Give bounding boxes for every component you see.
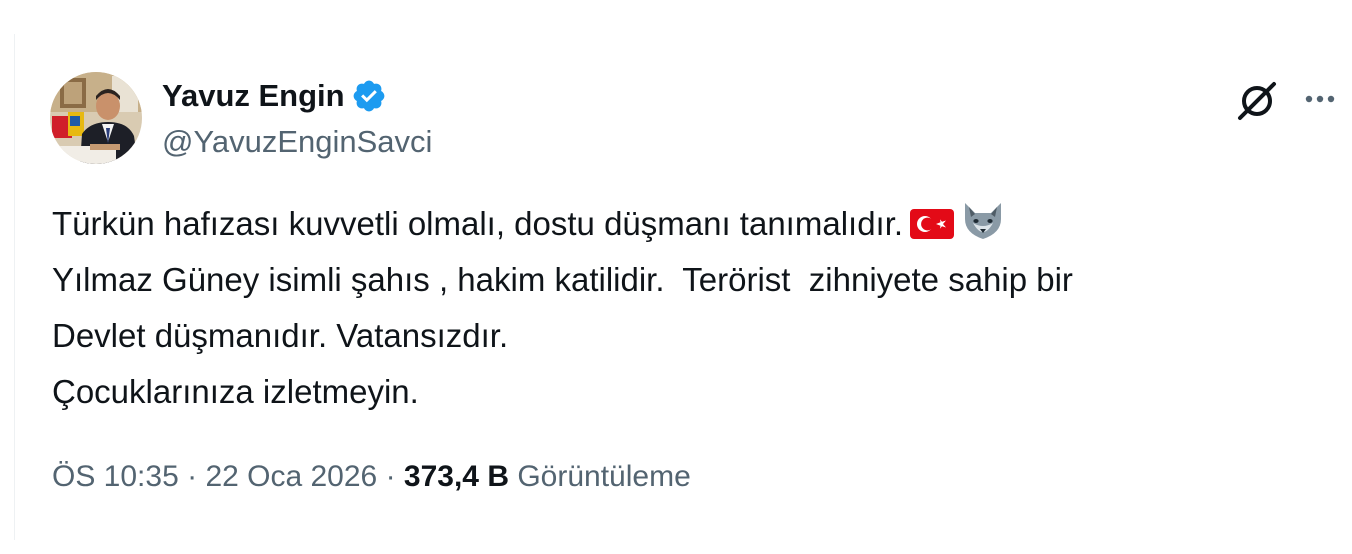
- tweet-time-text: ÖS 10:35: [52, 460, 179, 493]
- tweet-date: 22 Oca 2026: [205, 460, 378, 493]
- views-label: Görüntüleme: [517, 460, 691, 493]
- tweet-meta: ÖS 10:35 · 22 Oca 2026 · 373,4 B Görüntü…: [52, 457, 691, 497]
- verified-badge-icon: [353, 80, 384, 112]
- tweet-text: Türkün hafızası kuvvetli olmalı, dostu d…: [52, 196, 1332, 420]
- tweet-card: Yavuz Engin @YavuzEnginSavci Türkün hafı…: [0, 0, 1352, 554]
- avatar[interactable]: [50, 72, 142, 164]
- author-name[interactable]: Yavuz Engin: [162, 77, 387, 115]
- tweet-line: Yılmaz Güney isimli şahıs , hakim katili…: [52, 261, 1073, 298]
- author-display-name: Yavuz Engin: [162, 78, 345, 113]
- author-handle[interactable]: @YavuzEnginSavci: [162, 124, 432, 160]
- tweet-line: Çocuklarınıza izletmeyin.: [52, 373, 419, 410]
- tweet-line-text: Türkün hafızası kuvvetli olmalı, dostu d…: [52, 205, 904, 242]
- views-count: 373,4 B: [403, 460, 509, 493]
- wolf-icon: [965, 203, 1002, 239]
- avatar-image: [50, 72, 142, 164]
- meta-separator: ·: [178, 460, 206, 493]
- grok-icon[interactable]: [1234, 78, 1280, 124]
- turkey-flag-icon: [910, 209, 955, 239]
- more-icon[interactable]: [1300, 84, 1340, 114]
- tweet-line: Türkün hafızası kuvvetli olmalı, dostu d…: [52, 196, 1332, 252]
- meta-separator: ·: [377, 460, 404, 493]
- tweet-line: Devlet düşmanıdır. Vatansızdır.: [52, 317, 509, 354]
- divider: [14, 34, 15, 540]
- tweet-time[interactable]: ÖS 10:35 · 22 Oca 2026: [52, 460, 377, 493]
